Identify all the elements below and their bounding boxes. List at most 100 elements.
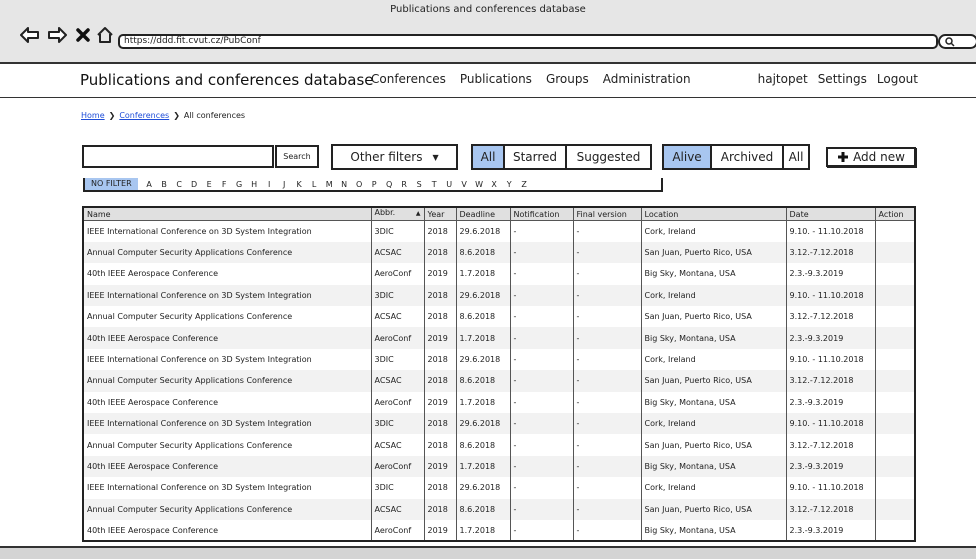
nav-publications[interactable]: Publications: [460, 72, 532, 86]
column-header-name[interactable]: Name: [82, 206, 372, 221]
letter-filter-i[interactable]: I: [262, 180, 277, 189]
cell-location: San Juan, Puerto Rico, USA: [640, 498, 787, 520]
cell-abbr: 3DIC: [370, 477, 425, 499]
plus-icon: [838, 152, 849, 162]
cell-action: [874, 477, 916, 499]
column-header-final-version[interactable]: Final version: [572, 206, 642, 221]
forward-icon[interactable]: [47, 26, 67, 44]
column-header-year[interactable]: Year: [423, 206, 457, 221]
letter-filter-n[interactable]: N: [337, 180, 352, 189]
letter-filter-w[interactable]: W: [472, 180, 487, 189]
cell-name: 40th IEEE Aerospace Conference: [82, 519, 372, 543]
logout-link[interactable]: Logout: [877, 72, 918, 86]
letter-filter-t[interactable]: T: [427, 180, 442, 189]
letter-filter-q[interactable]: Q: [382, 180, 397, 189]
column-header-location[interactable]: Location: [640, 206, 787, 221]
letter-filter-z[interactable]: Z: [517, 180, 532, 189]
status-alive-button[interactable]: Alive: [664, 146, 712, 168]
letter-filter-v[interactable]: V: [457, 180, 472, 189]
letter-filter-u[interactable]: U: [442, 180, 457, 189]
no-filter-button[interactable]: NO FILTER: [85, 178, 138, 190]
cell-notification: -: [509, 241, 574, 264]
table-row[interactable]: Annual Computer Security Applications Co…: [82, 434, 916, 456]
table-row[interactable]: 40th IEEE Aerospace Conference AeroConf 20…: [82, 519, 916, 543]
letter-filter-l[interactable]: L: [307, 180, 322, 189]
status-all-button[interactable]: All: [784, 146, 808, 168]
add-new-label: Add new: [853, 150, 905, 164]
column-header-date[interactable]: Date: [785, 206, 876, 221]
letter-filter-d[interactable]: D: [187, 180, 202, 189]
stop-icon[interactable]: [73, 26, 93, 44]
cell-notification: -: [509, 284, 574, 307]
letter-filter-o[interactable]: O: [352, 180, 367, 189]
window-title: Publications and conferences database: [390, 4, 586, 15]
cell-deadline: 8.6.2018: [455, 434, 511, 456]
table-row[interactable]: Annual Computer Security Applications Co…: [82, 241, 916, 264]
table-row[interactable]: IEEE International Conference on 3D Syst…: [82, 477, 916, 499]
column-header-notification[interactable]: Notification: [509, 206, 574, 221]
letter-filter-a[interactable]: A: [142, 180, 157, 189]
add-new-button[interactable]: Add new: [826, 147, 916, 167]
column-header-deadline[interactable]: Deadline: [455, 206, 511, 221]
letter-filter-e[interactable]: E: [202, 180, 217, 189]
browser-search-field[interactable]: [938, 34, 976, 49]
nav-administration[interactable]: Administration: [603, 72, 691, 86]
table-row[interactable]: IEEE International Conference on 3D Syst…: [82, 284, 916, 307]
cell-notification: -: [509, 413, 574, 435]
search-icon: [945, 37, 955, 47]
table-row[interactable]: Annual Computer Security Applications Co…: [82, 370, 916, 392]
table-row[interactable]: 40th IEEE Aerospace Conference AeroConf 20…: [82, 327, 916, 349]
cell-location: Cork, Ireland: [640, 348, 787, 371]
letter-filter-s[interactable]: S: [412, 180, 427, 189]
search-button[interactable]: Search: [275, 145, 319, 168]
scope-all-button[interactable]: All: [473, 146, 505, 168]
home-icon[interactable]: [95, 26, 115, 44]
table-row[interactable]: 40th IEEE Aerospace Conference AeroConf 20…: [82, 455, 916, 478]
cell-name: IEEE International Conference on 3D Syst…: [82, 220, 372, 242]
table-row[interactable]: IEEE International Conference on 3D Syst…: [82, 220, 916, 242]
letter-filter-g[interactable]: G: [232, 180, 247, 189]
letter-filter-k[interactable]: K: [292, 180, 307, 189]
search-input[interactable]: [82, 145, 274, 168]
other-filters-dropdown[interactable]: Other filters ▼: [331, 144, 458, 170]
cell-final-version: -: [572, 391, 642, 414]
letter-filter-j[interactable]: J: [277, 180, 292, 189]
letter-filter-x[interactable]: X: [487, 180, 502, 189]
table-row[interactable]: Annual Computer Security Applications Co…: [82, 498, 916, 520]
breadcrumb-home[interactable]: Home: [81, 111, 105, 120]
settings-link[interactable]: Settings: [818, 72, 867, 86]
letter-filter-y[interactable]: Y: [502, 180, 517, 189]
letter-filter-m[interactable]: M: [322, 180, 337, 189]
cell-location: Cork, Ireland: [640, 413, 787, 435]
cell-year: 2018: [423, 434, 457, 456]
cell-notification: -: [509, 263, 574, 285]
letter-filter-c[interactable]: C: [172, 180, 187, 189]
address-bar[interactable]: https://ddd.fit.cvut.cz/PubConf: [118, 34, 938, 49]
letter-filter-r[interactable]: R: [397, 180, 412, 189]
cell-abbr: ACSAC: [370, 498, 425, 520]
column-header-abbr[interactable]: Abbr. ▲: [370, 206, 425, 221]
letter-filter-b[interactable]: B: [157, 180, 172, 189]
cell-notification: -: [509, 348, 574, 371]
back-icon[interactable]: [20, 26, 40, 44]
scope-starred-button[interactable]: Starred: [505, 146, 567, 168]
status-archived-button[interactable]: Archived: [712, 146, 784, 168]
table-row[interactable]: IEEE International Conference on 3D Syst…: [82, 413, 916, 435]
nav-groups[interactable]: Groups: [546, 72, 589, 86]
table-row[interactable]: IEEE International Conference on 3D Syst…: [82, 348, 916, 371]
cell-name: IEEE International Conference on 3D Syst…: [82, 284, 372, 307]
table-row[interactable]: 40th IEEE Aerospace Conference AeroConf 20…: [82, 391, 916, 414]
cell-final-version: -: [572, 327, 642, 349]
breadcrumb-conferences[interactable]: Conferences: [119, 111, 169, 120]
table-row[interactable]: Annual Computer Security Applications Co…: [82, 306, 916, 328]
cell-name: IEEE International Conference on 3D Syst…: [82, 413, 372, 435]
cell-year: 2018: [423, 220, 457, 242]
letter-filter-p[interactable]: P: [367, 180, 382, 189]
letter-filter-f[interactable]: F: [217, 180, 232, 189]
cell-abbr: AeroConf: [370, 327, 425, 349]
nav-conferences[interactable]: Conferences: [371, 72, 446, 86]
letter-filter-h[interactable]: H: [247, 180, 262, 189]
user-name-link[interactable]: hajtopet: [758, 72, 808, 86]
table-row[interactable]: 40th IEEE Aerospace Conference AeroConf 20…: [82, 263, 916, 285]
scope-suggested-button[interactable]: Suggested: [567, 146, 650, 168]
